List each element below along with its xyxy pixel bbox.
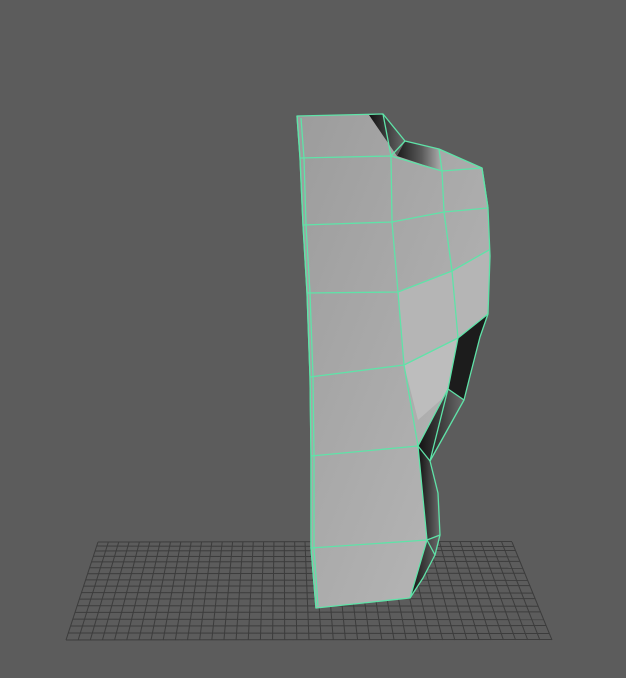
grid-line — [97, 541, 513, 543]
3d-viewport[interactable] — [0, 0, 626, 678]
viewport-canvas[interactable] — [0, 0, 626, 678]
polygon-mesh[interactable] — [296, 113, 491, 609]
ground-grid — [65, 541, 553, 641]
